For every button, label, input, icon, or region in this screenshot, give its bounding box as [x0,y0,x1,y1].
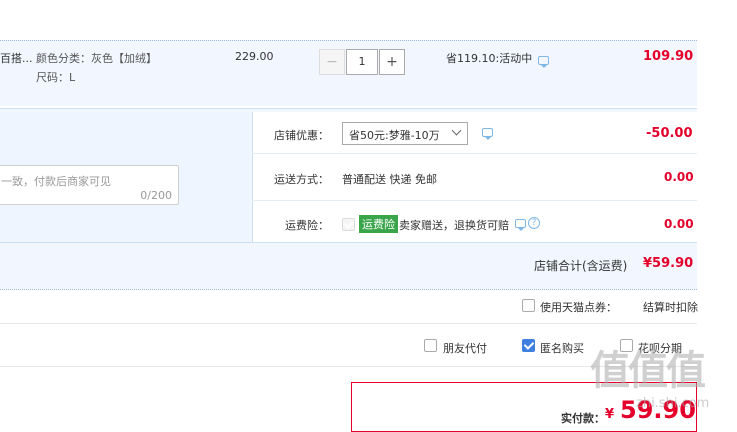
tmall-points-note: 结算时扣除 [643,301,698,314]
divider [252,153,697,154]
friend-pay-label: 朋友代付 [443,342,487,355]
shop-total-amount: ¥59.90 [643,256,694,271]
help-icon[interactable]: ? [528,217,540,229]
shop-total-label: 店铺合计(含运费) [534,259,628,273]
payment-currency: ¥ [605,407,615,422]
insurance-value: 卖家赠送，退换货可赔 [399,219,509,232]
item-name[interactable]: 百搭... [0,50,33,66]
quantity-input[interactable]: 1 [346,49,378,75]
chevron-down-icon [451,125,462,136]
anonymous-checkbox[interactable] [522,339,535,352]
item-subtotal: 109.90 [643,49,694,64]
shipping-amount: 0.00 [664,170,694,184]
friend-pay-checkbox[interactable] [424,339,437,352]
watermark-site: zhi.shi.com [636,396,710,411]
message-placeholder: 一致，付款后商家可见 [1,175,111,188]
message-input[interactable]: 一致，付款后商家可见 0/200 [0,165,179,205]
divider [252,200,697,201]
item-sku-size: 尺码：L [36,71,76,84]
shipping-label: 运送方式： [274,173,329,186]
chat-icon[interactable] [515,219,526,231]
insurance-amount: 0.00 [664,217,694,231]
payment-label: 实付款： [561,412,605,425]
shop-discount-selected: 省50元:梦雅-10万 [349,129,440,142]
quantity-stepper: − 1 + [319,49,405,75]
insurance-badge: 运费险 [359,215,398,233]
item-unit-price: 229.00 [235,50,274,63]
shipping-value: 普通配送 快递 免邮 [342,173,437,186]
tmall-points-checkbox[interactable] [522,299,535,312]
divider [0,323,697,324]
insurance-checkbox [342,218,355,231]
anonymous-label: 匿名购买 [540,342,584,355]
insurance-label: 运费险： [285,219,329,232]
shop-discount-amount: -50.00 [646,126,693,141]
shop-discount-select[interactable]: 省50元:梦雅-10万 [342,122,468,145]
quantity-minus-button[interactable]: − [319,49,345,75]
message-char-counter: 0/200 [140,189,172,202]
shop-discount-label: 店铺优惠： [274,129,329,142]
item-sku-color: 颜色分类：灰色【加绒】 [36,52,157,65]
chat-icon[interactable] [482,128,493,140]
watermark-logo: 值值值 [590,348,706,394]
tmall-points-label: 使用天猫点券： [540,301,617,314]
quantity-plus-button[interactable]: + [379,49,405,75]
chat-icon[interactable] [538,56,549,68]
divider [0,242,697,243]
item-promo-text: 省119.10:活动中 [446,52,533,65]
